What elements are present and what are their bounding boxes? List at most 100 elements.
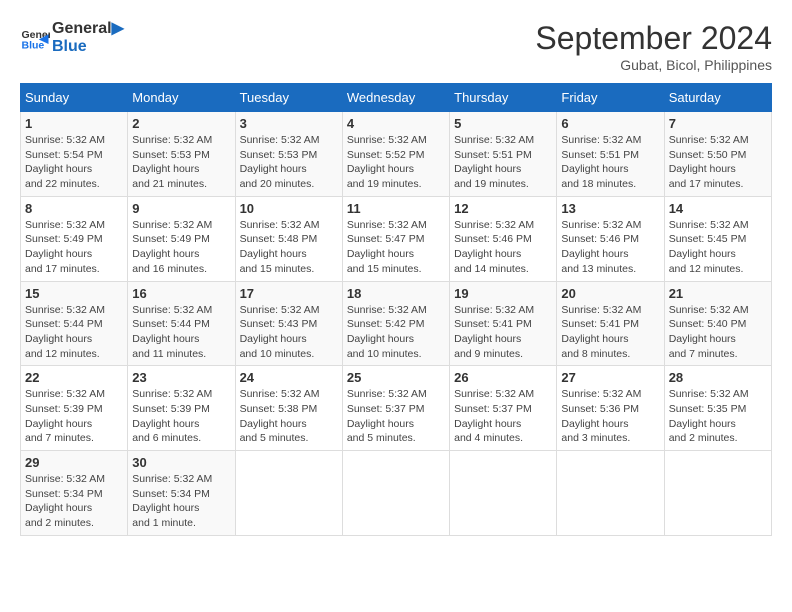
week-row-3: 15 Sunrise: 5:32 AM Sunset: 5:44 PM Dayl… [21, 281, 772, 366]
day-number: 22 [25, 370, 123, 385]
day-info: Sunrise: 5:32 AM Sunset: 5:34 PM Dayligh… [132, 472, 230, 531]
calendar-table: SundayMondayTuesdayWednesdayThursdayFrid… [20, 83, 772, 536]
day-info: Sunrise: 5:32 AM Sunset: 5:53 PM Dayligh… [240, 133, 338, 192]
day-cell: 5 Sunrise: 5:32 AM Sunset: 5:51 PM Dayli… [450, 112, 557, 197]
day-info: Sunrise: 5:32 AM Sunset: 5:41 PM Dayligh… [561, 303, 659, 362]
day-number: 14 [669, 201, 767, 216]
day-number: 9 [132, 201, 230, 216]
day-cell: 30 Sunrise: 5:32 AM Sunset: 5:34 PM Dayl… [128, 451, 235, 536]
day-number: 19 [454, 286, 552, 301]
day-number: 18 [347, 286, 445, 301]
column-header-sunday: Sunday [21, 84, 128, 112]
day-cell: 22 Sunrise: 5:32 AM Sunset: 5:39 PM Dayl… [21, 366, 128, 451]
day-info: Sunrise: 5:32 AM Sunset: 5:41 PM Dayligh… [454, 303, 552, 362]
week-row-5: 29 Sunrise: 5:32 AM Sunset: 5:34 PM Dayl… [21, 451, 772, 536]
day-info: Sunrise: 5:32 AM Sunset: 5:46 PM Dayligh… [561, 218, 659, 277]
day-cell: 8 Sunrise: 5:32 AM Sunset: 5:49 PM Dayli… [21, 196, 128, 281]
day-number: 2 [132, 116, 230, 131]
day-info: Sunrise: 5:32 AM Sunset: 5:44 PM Dayligh… [132, 303, 230, 362]
day-info: Sunrise: 5:32 AM Sunset: 5:37 PM Dayligh… [347, 387, 445, 446]
day-number: 6 [561, 116, 659, 131]
day-cell [557, 451, 664, 536]
day-cell: 7 Sunrise: 5:32 AM Sunset: 5:50 PM Dayli… [664, 112, 771, 197]
week-row-1: 1 Sunrise: 5:32 AM Sunset: 5:54 PM Dayli… [21, 112, 772, 197]
day-cell: 26 Sunrise: 5:32 AM Sunset: 5:37 PM Dayl… [450, 366, 557, 451]
day-info: Sunrise: 5:32 AM Sunset: 5:45 PM Dayligh… [669, 218, 767, 277]
day-cell: 4 Sunrise: 5:32 AM Sunset: 5:52 PM Dayli… [342, 112, 449, 197]
month-title: September 2024 [535, 20, 772, 57]
day-cell: 1 Sunrise: 5:32 AM Sunset: 5:54 PM Dayli… [21, 112, 128, 197]
day-number: 16 [132, 286, 230, 301]
day-cell: 11 Sunrise: 5:32 AM Sunset: 5:47 PM Dayl… [342, 196, 449, 281]
day-number: 26 [454, 370, 552, 385]
day-cell: 23 Sunrise: 5:32 AM Sunset: 5:39 PM Dayl… [128, 366, 235, 451]
day-number: 28 [669, 370, 767, 385]
day-cell: 6 Sunrise: 5:32 AM Sunset: 5:51 PM Dayli… [557, 112, 664, 197]
day-cell: 16 Sunrise: 5:32 AM Sunset: 5:44 PM Dayl… [128, 281, 235, 366]
day-info: Sunrise: 5:32 AM Sunset: 5:46 PM Dayligh… [454, 218, 552, 277]
day-number: 30 [132, 455, 230, 470]
day-cell: 21 Sunrise: 5:32 AM Sunset: 5:40 PM Dayl… [664, 281, 771, 366]
day-number: 13 [561, 201, 659, 216]
day-cell: 27 Sunrise: 5:32 AM Sunset: 5:36 PM Dayl… [557, 366, 664, 451]
day-info: Sunrise: 5:32 AM Sunset: 5:36 PM Dayligh… [561, 387, 659, 446]
day-number: 10 [240, 201, 338, 216]
day-number: 20 [561, 286, 659, 301]
column-header-saturday: Saturday [664, 84, 771, 112]
day-number: 7 [669, 116, 767, 131]
day-info: Sunrise: 5:32 AM Sunset: 5:53 PM Dayligh… [132, 133, 230, 192]
day-cell: 20 Sunrise: 5:32 AM Sunset: 5:41 PM Dayl… [557, 281, 664, 366]
logo: General Blue General▶ Blue [20, 20, 124, 55]
day-cell: 15 Sunrise: 5:32 AM Sunset: 5:44 PM Dayl… [21, 281, 128, 366]
day-info: Sunrise: 5:32 AM Sunset: 5:35 PM Dayligh… [669, 387, 767, 446]
day-number: 21 [669, 286, 767, 301]
day-number: 29 [25, 455, 123, 470]
day-info: Sunrise: 5:32 AM Sunset: 5:47 PM Dayligh… [347, 218, 445, 277]
column-header-friday: Friday [557, 84, 664, 112]
column-header-wednesday: Wednesday [342, 84, 449, 112]
day-number: 3 [240, 116, 338, 131]
day-info: Sunrise: 5:32 AM Sunset: 5:49 PM Dayligh… [25, 218, 123, 277]
day-info: Sunrise: 5:32 AM Sunset: 5:54 PM Dayligh… [25, 133, 123, 192]
day-cell [450, 451, 557, 536]
page-header: General Blue General▶ Blue September 202… [20, 20, 772, 73]
title-block: September 2024 Gubat, Bicol, Philippines [535, 20, 772, 73]
day-number: 17 [240, 286, 338, 301]
day-number: 4 [347, 116, 445, 131]
week-row-2: 8 Sunrise: 5:32 AM Sunset: 5:49 PM Dayli… [21, 196, 772, 281]
day-cell: 2 Sunrise: 5:32 AM Sunset: 5:53 PM Dayli… [128, 112, 235, 197]
svg-text:Blue: Blue [22, 39, 45, 51]
column-header-thursday: Thursday [450, 84, 557, 112]
day-cell: 3 Sunrise: 5:32 AM Sunset: 5:53 PM Dayli… [235, 112, 342, 197]
day-number: 23 [132, 370, 230, 385]
day-info: Sunrise: 5:32 AM Sunset: 5:37 PM Dayligh… [454, 387, 552, 446]
day-cell: 10 Sunrise: 5:32 AM Sunset: 5:48 PM Dayl… [235, 196, 342, 281]
day-info: Sunrise: 5:32 AM Sunset: 5:38 PM Dayligh… [240, 387, 338, 446]
day-cell: 18 Sunrise: 5:32 AM Sunset: 5:42 PM Dayl… [342, 281, 449, 366]
day-cell [235, 451, 342, 536]
day-info: Sunrise: 5:32 AM Sunset: 5:44 PM Dayligh… [25, 303, 123, 362]
day-number: 25 [347, 370, 445, 385]
day-number: 5 [454, 116, 552, 131]
day-cell: 19 Sunrise: 5:32 AM Sunset: 5:41 PM Dayl… [450, 281, 557, 366]
column-header-monday: Monday [128, 84, 235, 112]
day-info: Sunrise: 5:32 AM Sunset: 5:49 PM Dayligh… [132, 218, 230, 277]
day-number: 1 [25, 116, 123, 131]
day-info: Sunrise: 5:32 AM Sunset: 5:39 PM Dayligh… [132, 387, 230, 446]
day-info: Sunrise: 5:32 AM Sunset: 5:48 PM Dayligh… [240, 218, 338, 277]
location: Gubat, Bicol, Philippines [535, 57, 772, 73]
day-cell: 28 Sunrise: 5:32 AM Sunset: 5:35 PM Dayl… [664, 366, 771, 451]
column-header-tuesday: Tuesday [235, 84, 342, 112]
day-info: Sunrise: 5:32 AM Sunset: 5:50 PM Dayligh… [669, 133, 767, 192]
day-number: 24 [240, 370, 338, 385]
day-cell: 9 Sunrise: 5:32 AM Sunset: 5:49 PM Dayli… [128, 196, 235, 281]
day-cell: 12 Sunrise: 5:32 AM Sunset: 5:46 PM Dayl… [450, 196, 557, 281]
day-cell: 17 Sunrise: 5:32 AM Sunset: 5:43 PM Dayl… [235, 281, 342, 366]
day-cell [664, 451, 771, 536]
week-row-4: 22 Sunrise: 5:32 AM Sunset: 5:39 PM Dayl… [21, 366, 772, 451]
day-cell: 25 Sunrise: 5:32 AM Sunset: 5:37 PM Dayl… [342, 366, 449, 451]
logo-icon: General Blue [20, 23, 50, 53]
day-info: Sunrise: 5:32 AM Sunset: 5:42 PM Dayligh… [347, 303, 445, 362]
day-info: Sunrise: 5:32 AM Sunset: 5:40 PM Dayligh… [669, 303, 767, 362]
day-info: Sunrise: 5:32 AM Sunset: 5:52 PM Dayligh… [347, 133, 445, 192]
